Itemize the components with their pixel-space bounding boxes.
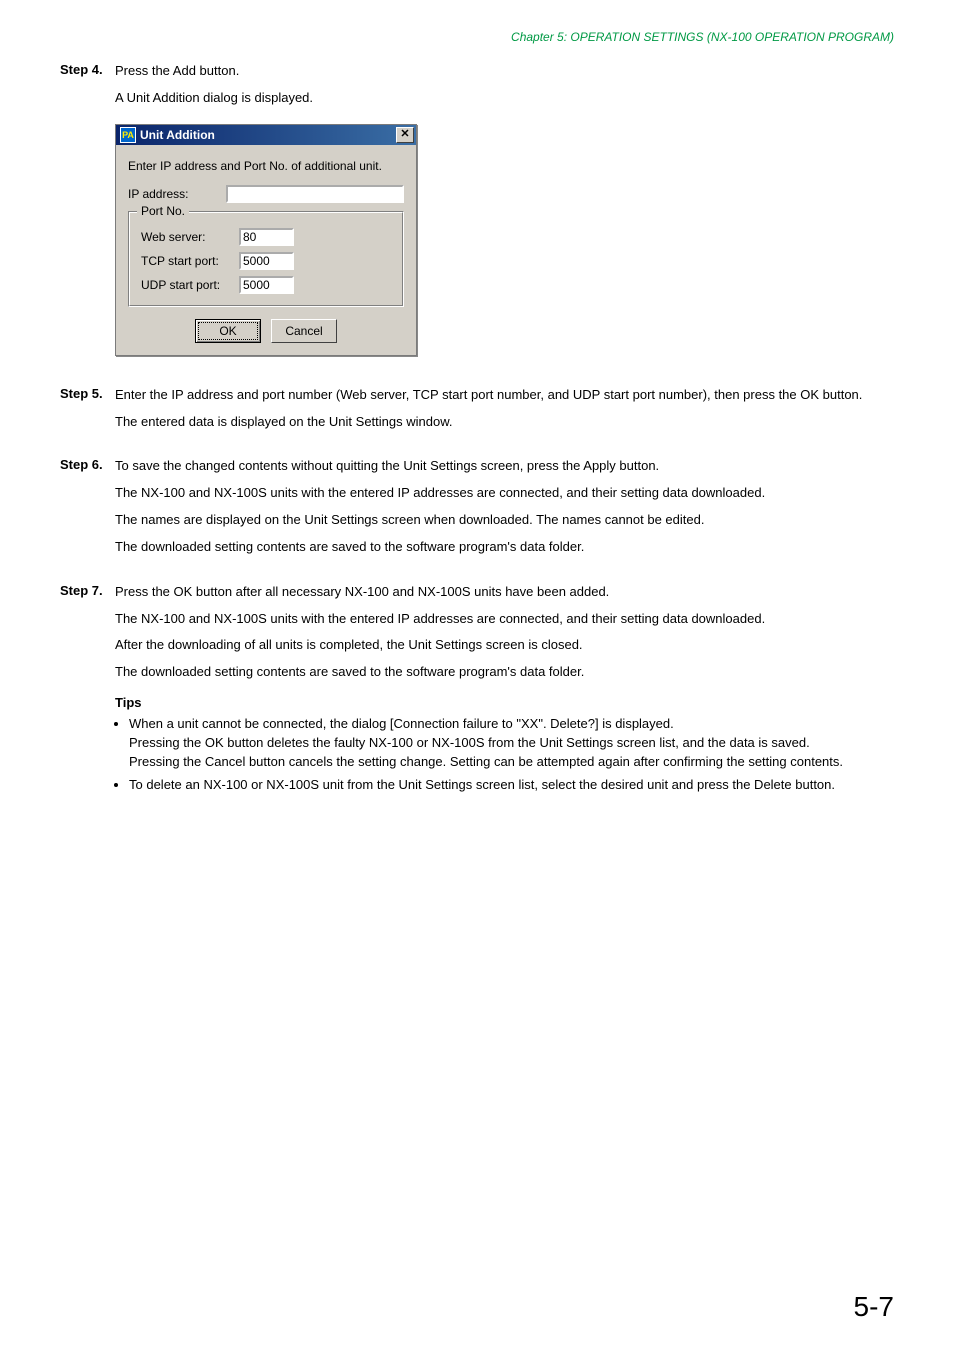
step-6-line2: The NX-100 and NX-100S units with the en… bbox=[115, 484, 894, 503]
step-7: Step 7. Press the OK button after all ne… bbox=[60, 583, 894, 799]
step-4-line1: Press the Add button. bbox=[115, 62, 894, 81]
step-4-label: Step 4. bbox=[60, 62, 115, 77]
step-5-line2: The entered data is displayed on the Uni… bbox=[115, 413, 894, 432]
web-row: Web server: bbox=[141, 228, 393, 246]
step-6: Step 6. To save the changed contents wit… bbox=[60, 457, 894, 564]
tcp-label: TCP start port: bbox=[141, 254, 231, 268]
unit-addition-dialog: PA Unit Addition ✕ Enter IP address and … bbox=[115, 124, 417, 356]
web-label: Web server: bbox=[141, 230, 231, 244]
tcp-start-input[interactable] bbox=[239, 252, 294, 270]
ip-input[interactable] bbox=[226, 185, 404, 203]
dialog-message: Enter IP address and Port No. of additio… bbox=[128, 159, 404, 173]
dialog-title: Unit Addition bbox=[140, 128, 215, 142]
tip-1c: Pressing the Cancel button cancels the s… bbox=[129, 754, 843, 769]
step-6-line4: The downloaded setting contents are save… bbox=[115, 538, 894, 557]
dialog-body: Enter IP address and Port No. of additio… bbox=[116, 145, 416, 355]
step-5: Step 5. Enter the IP address and port nu… bbox=[60, 386, 894, 440]
page-number: 5-7 bbox=[854, 1291, 894, 1323]
port-groupbox: Port No. Web server: TCP start port: UDP… bbox=[128, 211, 404, 307]
tip-1a: When a unit cannot be connected, the dia… bbox=[129, 716, 674, 731]
ok-button[interactable]: OK bbox=[195, 319, 261, 343]
close-icon[interactable]: ✕ bbox=[396, 127, 414, 143]
step-7-line1: Press the OK button after all necessary … bbox=[115, 583, 894, 602]
step-6-line3: The names are displayed on the Unit Sett… bbox=[115, 511, 894, 530]
tip-2: To delete an NX-100 or NX-100S unit from… bbox=[129, 776, 894, 795]
port-group-label: Port No. bbox=[137, 204, 189, 218]
step-7-line2: The NX-100 and NX-100S units with the en… bbox=[115, 610, 894, 629]
tips-list: When a unit cannot be connected, the dia… bbox=[115, 715, 894, 794]
chapter-header: Chapter 5: OPERATION SETTINGS (NX-100 OP… bbox=[60, 30, 894, 44]
udp-row: UDP start port: bbox=[141, 276, 393, 294]
ip-label: IP address: bbox=[128, 187, 218, 201]
step-6-line1: To save the changed contents without qui… bbox=[115, 457, 894, 476]
dialog-titlebar: PA Unit Addition ✕ bbox=[116, 125, 416, 145]
step-5-content: Enter the IP address and port number (We… bbox=[115, 386, 894, 440]
tip-1b: Pressing the OK button deletes the fault… bbox=[129, 735, 810, 750]
page: Chapter 5: OPERATION SETTINGS (NX-100 OP… bbox=[0, 0, 954, 1351]
udp-label: UDP start port: bbox=[141, 278, 231, 292]
udp-start-input[interactable] bbox=[239, 276, 294, 294]
step-7-content: Press the OK button after all necessary … bbox=[115, 583, 894, 799]
step-6-content: To save the changed contents without qui… bbox=[115, 457, 894, 564]
step-5-label: Step 5. bbox=[60, 386, 115, 401]
cancel-button[interactable]: Cancel bbox=[271, 319, 337, 343]
ip-row: IP address: bbox=[128, 185, 404, 203]
dialog-app-icon: PA bbox=[120, 127, 136, 143]
titlebar-left: PA Unit Addition bbox=[120, 127, 215, 143]
step-4-content: Press the Add button. A Unit Addition di… bbox=[115, 62, 894, 116]
step-7-line3: After the downloading of all units is co… bbox=[115, 636, 894, 655]
step-5-line1: Enter the IP address and port number (We… bbox=[115, 386, 894, 405]
dialog-buttons: OK Cancel bbox=[128, 319, 404, 343]
tip-1: When a unit cannot be connected, the dia… bbox=[129, 715, 894, 772]
step-7-line4: The downloaded setting contents are save… bbox=[115, 663, 894, 682]
tcp-row: TCP start port: bbox=[141, 252, 393, 270]
tips-heading: Tips bbox=[115, 694, 894, 713]
step-4: Step 4. Press the Add button. A Unit Add… bbox=[60, 62, 894, 116]
step-4-line2: A Unit Addition dialog is displayed. bbox=[115, 89, 894, 108]
step-6-label: Step 6. bbox=[60, 457, 115, 472]
step-7-label: Step 7. bbox=[60, 583, 115, 598]
web-server-input[interactable] bbox=[239, 228, 294, 246]
